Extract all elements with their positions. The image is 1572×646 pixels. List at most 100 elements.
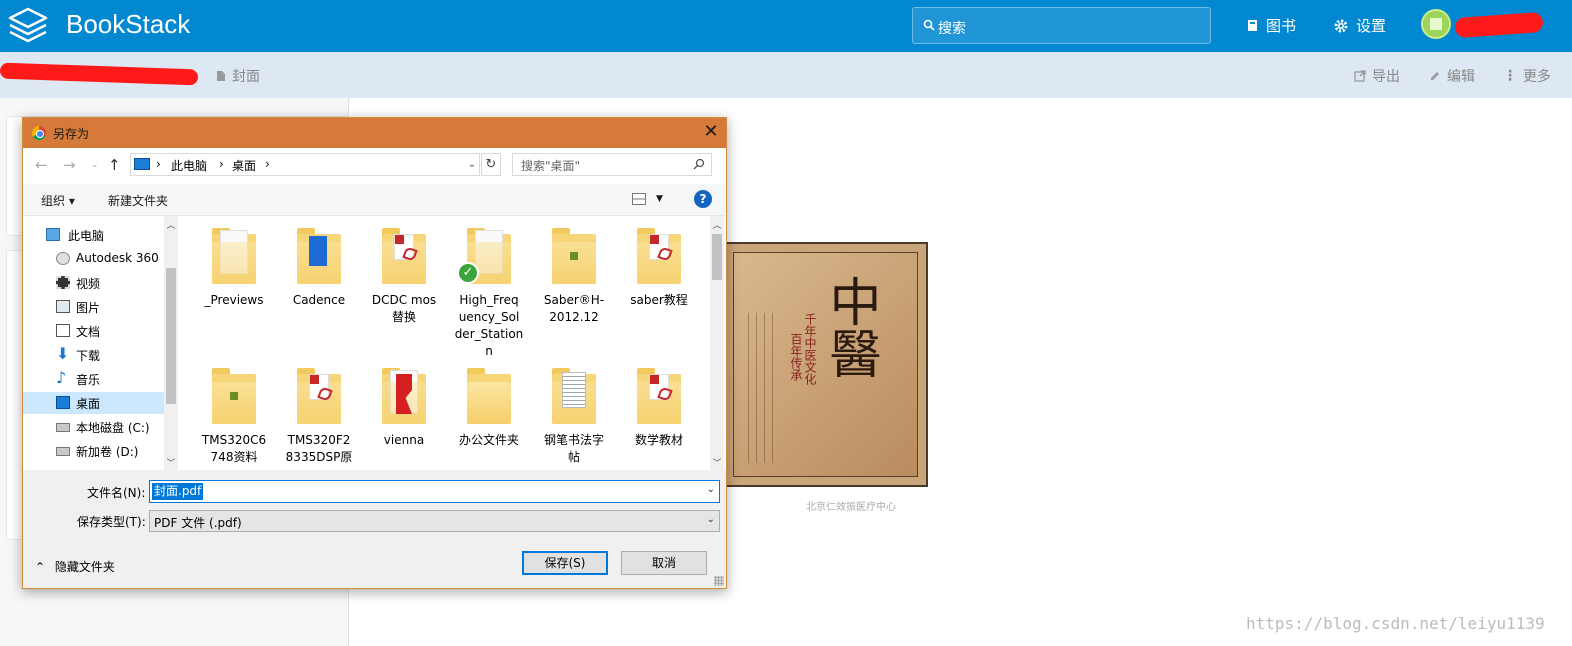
folder-item[interactable]: Cadence	[277, 228, 361, 309]
computer-icon	[46, 228, 60, 241]
file-name: DCDC mos	[371, 293, 437, 307]
folder-icon	[297, 228, 341, 284]
filename-input[interactable]: 封面.pdf ⌄	[149, 480, 720, 503]
folder-item[interactable]: ✓ High_Freq uency_Sol der_Station n	[447, 228, 531, 360]
address-segment-desktop[interactable]: 桌面	[232, 157, 256, 174]
edit-button[interactable]: 编辑	[1429, 66, 1475, 86]
redacted-username[interactable]	[1454, 11, 1544, 39]
folder-item[interactable]: vienna	[362, 368, 446, 449]
folder-item[interactable]: DCDC mos 替换	[362, 228, 446, 326]
filename-value[interactable]: 封面.pdf	[152, 483, 204, 500]
nav-item-desktop[interactable]: 桌面	[23, 392, 164, 414]
document-icon	[56, 324, 70, 337]
nav-item-this-pc[interactable]: 此电脑	[23, 224, 164, 246]
global-search-input[interactable]: 搜索	[912, 7, 1211, 44]
file-name: TMS320F2	[287, 433, 351, 447]
save-as-dialog: 另存为 ✕ ← → ⌄ ↑ › 此电脑 › 桌面 › ⌄ ↻ 搜索"桌面" 组织…	[22, 117, 727, 589]
back-arrow-icon[interactable]: ←	[35, 156, 48, 174]
scroll-thumb[interactable]	[166, 268, 176, 404]
desktop-icon	[56, 396, 70, 409]
address-separator: ›	[265, 157, 270, 171]
nav-item-autodesk[interactable]: Autodesk 360	[23, 248, 164, 270]
drive-icon	[56, 423, 70, 432]
help-icon[interactable]: ?	[694, 190, 712, 208]
folder-item[interactable]: 数学教材	[617, 368, 701, 449]
hide-folders-toggle[interactable]: ⌃ 隐藏文件夹	[35, 558, 115, 575]
folder-icon	[212, 368, 256, 424]
scroll-down-icon[interactable]: ﹀	[710, 456, 724, 469]
user-avatar[interactable]	[1421, 9, 1451, 39]
filetype-select[interactable]: PDF 文件 (.pdf) ⌄	[149, 510, 720, 532]
folder-search-input[interactable]: 搜索"桌面"	[512, 153, 712, 176]
filetype-dropdown-icon[interactable]: ⌄	[707, 514, 715, 525]
dialog-title-bar[interactable]: 另存为 ✕	[23, 118, 726, 148]
nav-item-music[interactable]: ♪ 音乐	[23, 368, 164, 390]
nav-item-documents[interactable]: 文档	[23, 320, 164, 342]
recent-chevron-icon[interactable]: ⌄	[91, 160, 99, 170]
file-name: High_Freq	[459, 293, 519, 307]
nav-item-label: 桌面	[76, 397, 101, 411]
search-icon	[693, 158, 705, 170]
export-button[interactable]: 导出	[1354, 66, 1400, 86]
filetype-label: 保存类型(T):	[77, 515, 146, 529]
close-icon[interactable]: ✕	[699, 121, 723, 142]
address-separator: ›	[219, 157, 224, 171]
nav-item-videos[interactable]: 视频	[23, 272, 164, 294]
nav-item-downloads[interactable]: ⬇ 下载	[23, 344, 164, 366]
filename-dropdown-icon[interactable]: ⌄	[707, 484, 715, 495]
folder-item[interactable]: TMS320C6 748资料	[192, 368, 276, 466]
save-button[interactable]: 保存(S)	[522, 551, 608, 575]
more-label: 更多	[1523, 69, 1551, 85]
file-name: _Previews	[204, 293, 264, 307]
forward-arrow-icon[interactable]: →	[63, 156, 76, 174]
cover-text-line	[748, 313, 749, 463]
address-separator: ›	[156, 157, 161, 171]
scroll-down-icon[interactable]: ﹀	[164, 456, 178, 469]
refresh-icon[interactable]: ↻	[481, 153, 501, 176]
folder-item[interactable]: 钢笔书法字 帖	[532, 368, 616, 466]
dialog-title: 另存为	[53, 127, 90, 141]
csdn-watermark: https://blog.csdn.net/leiyu1139	[1246, 614, 1545, 633]
resize-grip-icon[interactable]	[714, 576, 724, 586]
cancel-button[interactable]: 取消	[621, 551, 707, 575]
more-dots-icon: ⋮	[1503, 68, 1517, 84]
nav-settings-label: 设置	[1356, 17, 1387, 35]
nav-item-label: 新加卷 (D:)	[76, 445, 139, 459]
address-segment-pc[interactable]: 此电脑	[171, 157, 207, 174]
nav-books-link[interactable]: 图书	[1247, 15, 1296, 36]
bookstack-logo-icon[interactable]	[6, 4, 50, 46]
chrome-icon	[32, 126, 46, 140]
organize-menu-button[interactable]: 组织 ▾	[41, 192, 75, 209]
file-name: vienna	[383, 433, 425, 447]
cover-text-line	[764, 313, 765, 463]
file-name: 8335DSP原	[285, 450, 353, 464]
scroll-thumb[interactable]	[712, 234, 722, 280]
dialog-toolbar: 组织 ▾ 新建文件夹 ▼ ?	[23, 184, 726, 216]
more-button[interactable]: ⋮ 更多	[1503, 66, 1551, 86]
drive-icon	[56, 447, 70, 456]
up-arrow-icon[interactable]: ↑	[108, 156, 121, 174]
nav-item-drive-d[interactable]: 新加卷 (D:)	[23, 440, 164, 462]
view-options-icon[interactable]	[632, 193, 646, 205]
folder-item[interactable]: saber教程	[617, 228, 701, 309]
scroll-up-icon[interactable]: ︿	[710, 218, 724, 231]
address-bar[interactable]: › 此电脑 › 桌面 ›	[130, 153, 480, 176]
view-dropdown-icon[interactable]: ▼	[656, 194, 663, 204]
nav-item-pictures[interactable]: 图片	[23, 296, 164, 318]
nav-settings-link[interactable]: 设置	[1334, 15, 1386, 36]
breadcrumb-current-page[interactable]: 封面	[216, 66, 260, 86]
file-list-scrollbar[interactable]: ︿ ﹀	[710, 216, 724, 470]
folder-item[interactable]: Saber®H- 2012.12	[532, 228, 616, 326]
nav-item-drive-c[interactable]: 本地磁盘 (C:)	[23, 416, 164, 438]
nav-pane-scrollbar[interactable]: ︿ ﹀	[164, 216, 178, 470]
folder-item[interactable]: _Previews	[192, 228, 276, 309]
breadcrumb-label: 封面	[232, 69, 260, 85]
folder-item[interactable]: TMS320F2 8335DSP原	[277, 368, 361, 466]
app-title[interactable]: BookStack	[66, 9, 190, 40]
folder-item[interactable]: 办公文件夹	[447, 368, 531, 449]
address-dropdown-icon[interactable]: ⌄	[464, 153, 480, 176]
cover-image: 中醫 千年中医文化 百年传承	[723, 242, 928, 487]
scroll-up-icon[interactable]: ︿	[164, 218, 178, 231]
cover-text-line	[772, 313, 773, 463]
new-folder-button[interactable]: 新建文件夹	[108, 192, 168, 209]
